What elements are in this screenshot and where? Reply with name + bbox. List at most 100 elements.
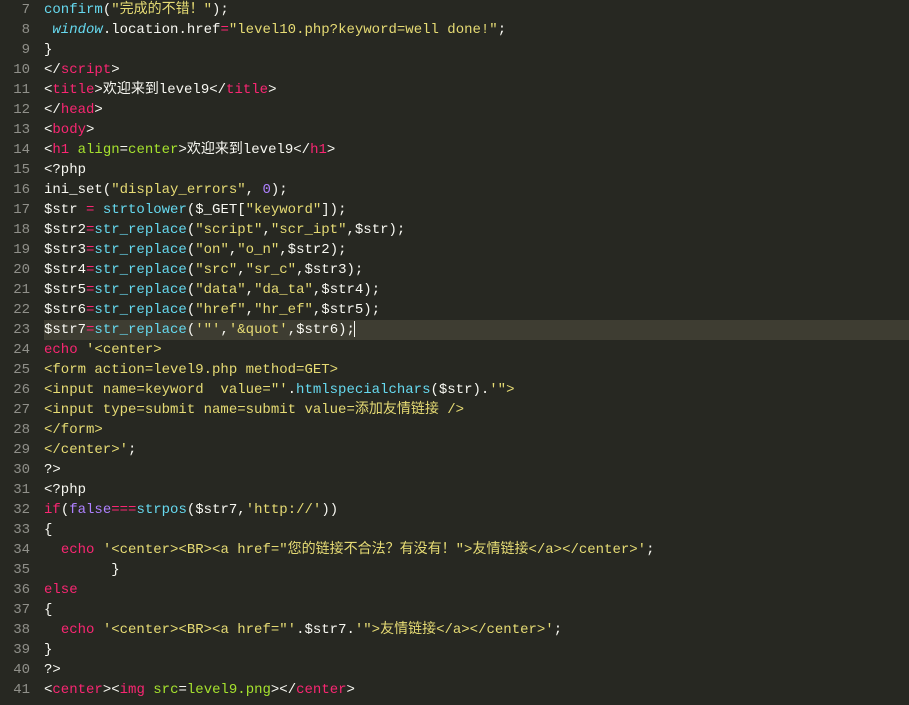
code-token: $str2	[44, 222, 86, 238]
code-line[interactable]: if(false===strpos($str7,'http://'))	[44, 500, 909, 520]
code-line[interactable]: $str5=str_replace("data","da_ta",$str4);	[44, 280, 909, 300]
line-number: 35	[12, 560, 30, 580]
line-number: 40	[12, 660, 30, 680]
code-line[interactable]: </form>	[44, 420, 909, 440]
code-line[interactable]: ini_set("display_errors", 0);	[44, 180, 909, 200]
code-line[interactable]: <body>	[44, 120, 909, 140]
code-token: false	[69, 502, 111, 518]
code-token: '">友情链接</a></center>'	[355, 622, 554, 638]
code-token: (	[61, 502, 69, 518]
code-token: echo	[61, 622, 95, 638]
code-token: str_replace	[94, 322, 186, 338]
code-token: >	[94, 102, 102, 118]
code-token	[94, 622, 102, 638]
line-number: 33	[12, 520, 30, 540]
line-number: 15	[12, 160, 30, 180]
code-line[interactable]: {	[44, 600, 909, 620]
line-number: 28	[12, 420, 30, 440]
code-line[interactable]: <input name=keyword value="'.htmlspecial…	[44, 380, 909, 400]
code-line[interactable]: </center>';	[44, 440, 909, 460]
code-line[interactable]: }	[44, 40, 909, 60]
code-token: ?>	[44, 662, 61, 678]
code-token: ,	[237, 262, 245, 278]
code-line[interactable]: $str6=str_replace("href","hr_ef",$str5);	[44, 300, 909, 320]
line-number: 27	[12, 400, 30, 420]
code-token: script	[61, 62, 111, 78]
code-line[interactable]: $str2=str_replace("script","scr_ipt",$st…	[44, 220, 909, 240]
code-line[interactable]: ?>	[44, 660, 909, 680]
code-token: ;	[128, 442, 136, 458]
code-token: </	[44, 62, 61, 78]
line-number: 23	[12, 320, 30, 340]
line-number: 18	[12, 220, 30, 240]
code-token: }	[44, 562, 120, 578]
code-line[interactable]: <h1 align=center>欢迎来到level9</h1>	[44, 140, 909, 160]
code-token: {	[44, 602, 52, 618]
code-token: >	[111, 62, 119, 78]
code-token: "完成的不错！"	[111, 2, 212, 18]
code-line[interactable]: echo '<center><BR><a href="您的链接不合法？有没有！"…	[44, 540, 909, 560]
line-number: 14	[12, 140, 30, 160]
code-token: ,	[229, 242, 237, 258]
code-token: ,	[246, 302, 254, 318]
code-token: .$str7.	[296, 622, 355, 638]
code-line[interactable]: $str3=str_replace("on","o_n",$str2);	[44, 240, 909, 260]
code-line[interactable]: $str = strtolower($_GET["keyword"]);	[44, 200, 909, 220]
code-token: ini_set(	[44, 182, 111, 198]
code-token: "data"	[195, 282, 245, 298]
code-token: }	[44, 642, 52, 658]
code-token: ></	[271, 682, 296, 698]
code-line[interactable]: </head>	[44, 100, 909, 120]
line-number: 25	[12, 360, 30, 380]
code-token: h1	[52, 142, 69, 158]
code-token: ;	[646, 542, 654, 558]
code-token: ($_GET[	[187, 202, 246, 218]
code-token: </center>'	[44, 442, 128, 458]
code-token: }	[44, 42, 52, 58]
code-token: <?php	[44, 482, 86, 498]
code-token: </form>	[44, 422, 103, 438]
code-line[interactable]: $str4=str_replace("src","sr_c",$str3);	[44, 260, 909, 280]
code-editor[interactable]: 7891011121314151617181920212223242526272…	[0, 0, 909, 705]
code-token: {	[44, 522, 52, 538]
code-token: $str3	[44, 242, 86, 258]
code-line[interactable]: echo '<center>	[44, 340, 909, 360]
line-number: 7	[12, 0, 30, 20]
code-token: (	[187, 282, 195, 298]
code-line[interactable]: <form action=level9.php method=GET>	[44, 360, 909, 380]
line-number: 11	[12, 80, 30, 100]
line-number: 8	[12, 20, 30, 40]
line-number: 16	[12, 180, 30, 200]
line-number: 20	[12, 260, 30, 280]
code-line[interactable]: echo '<center><BR><a href="'.$str7.'">友情…	[44, 620, 909, 640]
code-token: echo	[44, 342, 78, 358]
code-token: .location.href	[103, 22, 221, 38]
code-line[interactable]: <?php	[44, 160, 909, 180]
code-line[interactable]: }	[44, 560, 909, 580]
code-line[interactable]: confirm("完成的不错！");	[44, 0, 909, 20]
code-line[interactable]: <title>欢迎来到level9</title>	[44, 80, 909, 100]
code-token: img	[120, 682, 145, 698]
line-number: 13	[12, 120, 30, 140]
code-line[interactable]: ?>	[44, 460, 909, 480]
code-token: ($str).	[430, 382, 489, 398]
code-token: "keyword"	[246, 202, 322, 218]
code-line[interactable]: <center><img src=level9.png></center>	[44, 680, 909, 700]
code-token: align	[78, 142, 120, 158]
code-line[interactable]: <input type=submit name=submit value=添加友…	[44, 400, 909, 420]
code-line[interactable]: <?php	[44, 480, 909, 500]
code-token: =	[178, 682, 186, 698]
line-number: 19	[12, 240, 30, 260]
code-line[interactable]: }	[44, 640, 909, 660]
code-token: strtolower	[103, 202, 187, 218]
code-token: '<center>	[86, 342, 162, 358]
code-line[interactable]: else	[44, 580, 909, 600]
code-line[interactable]: $str7=str_replace('"','&quot',$str6);	[44, 320, 909, 340]
code-line[interactable]: window.location.href="level10.php?keywor…	[44, 20, 909, 40]
code-area[interactable]: confirm("完成的不错！"); window.location.href=…	[38, 0, 909, 705]
code-line[interactable]: {	[44, 520, 909, 540]
code-token	[44, 622, 61, 638]
code-line[interactable]: </script>	[44, 60, 909, 80]
code-token: '"'	[195, 322, 220, 338]
code-token: </	[44, 102, 61, 118]
